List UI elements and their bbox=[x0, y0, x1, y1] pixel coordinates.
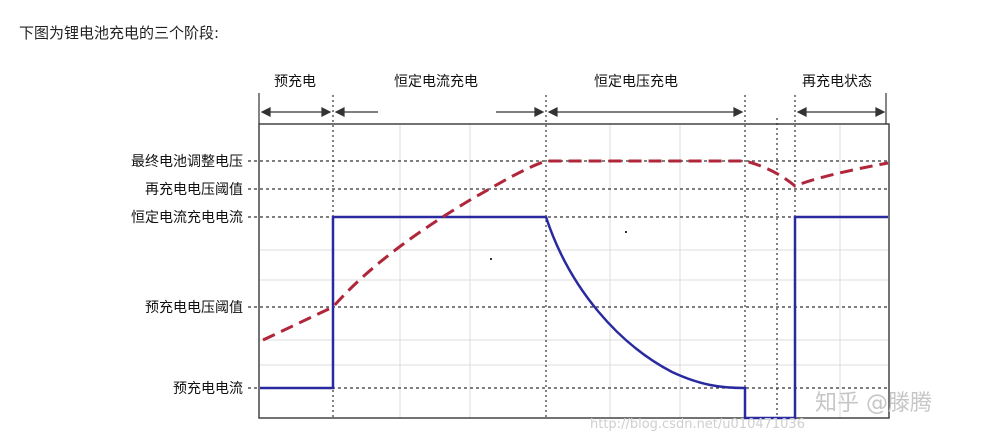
level-label-precharge-current: 预充电电流 bbox=[173, 381, 243, 397]
speck-dot bbox=[490, 258, 492, 260]
watermark-zhihu: 知乎 @滕腾 bbox=[815, 391, 932, 416]
level-label-constant-current-charge-current: 恒定电流充电电流 bbox=[131, 210, 243, 226]
level-lines bbox=[248, 160, 888, 389]
speck-dot bbox=[625, 231, 627, 233]
level-label-final-regulation-voltage: 最终电池调整电压 bbox=[131, 154, 243, 170]
stage-label-constant-voltage: 恒定电压充电 bbox=[594, 74, 678, 90]
level-label-precharge-voltage-threshold: 预充电电压阈值 bbox=[145, 300, 243, 316]
level-label-recharge-voltage-threshold: 再充电电压阈值 bbox=[145, 182, 243, 198]
watermark-url: http://blog.csdn.net/u010471036 bbox=[590, 417, 805, 432]
charging-stages-diagram: 预充电 恒定电流充电 恒定电压充电 再充电状态 最终电池调整电压 再充电电压阈值… bbox=[131, 74, 932, 432]
stage-label-precharge: 预充电 bbox=[274, 74, 316, 90]
phase-dividers bbox=[332, 95, 796, 418]
stage-label-constant-current: 恒定电流充电 bbox=[394, 74, 478, 90]
stage-arrows bbox=[260, 107, 886, 117]
stage-label-recharge-state: 再充电状态 bbox=[802, 74, 872, 90]
stage-header-lines bbox=[258, 93, 887, 124]
